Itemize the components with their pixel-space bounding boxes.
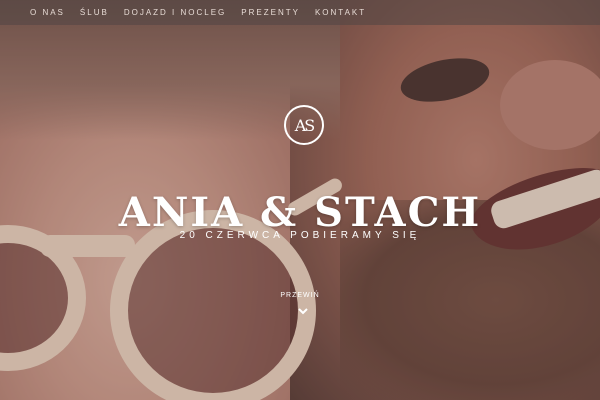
logo-monogram: AS bbox=[284, 105, 324, 145]
top-navigation: O NAS ŚLUB DOJAZD I NOCLEG PREZENTY KONT… bbox=[0, 0, 600, 25]
nav-item-kontakt[interactable]: KONTAKT bbox=[315, 8, 366, 17]
page-title: ANIA & STACH bbox=[118, 188, 482, 236]
scroll-down-label[interactable]: PRZEWIŃ bbox=[0, 292, 600, 299]
monogram-text: AS bbox=[294, 115, 315, 135]
page-subtitle: 20 CZERWCA POBIERAMY SIĘ bbox=[179, 230, 421, 241]
nav-item-o-nas[interactable]: O NAS bbox=[30, 8, 65, 17]
nav-item-dojazd-i-nocleg[interactable]: DOJAZD I NOCLEG bbox=[124, 8, 226, 17]
chevron-down-icon[interactable] bbox=[297, 306, 309, 318]
nav-item-slub[interactable]: ŚLUB bbox=[80, 8, 109, 17]
nav-item-prezenty[interactable]: PREZENTY bbox=[241, 8, 300, 17]
